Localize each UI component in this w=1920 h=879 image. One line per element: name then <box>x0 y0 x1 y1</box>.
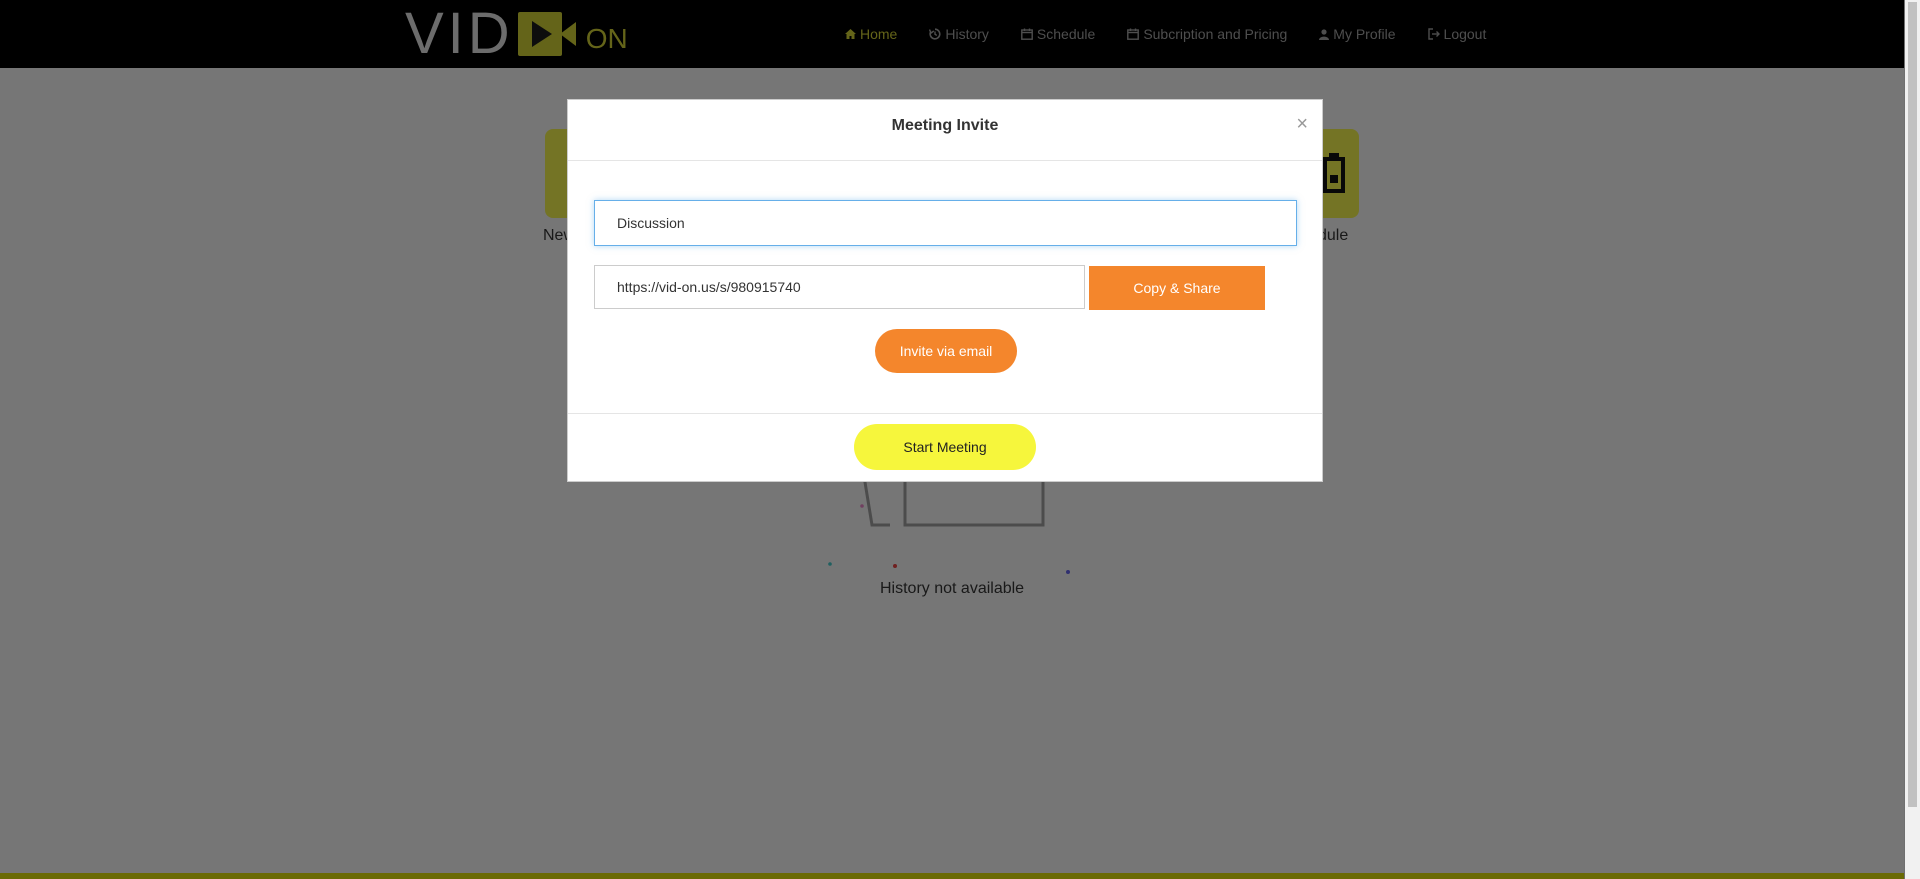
modal-header: Meeting Invite × <box>568 100 1322 161</box>
meeting-topic-input[interactable] <box>594 200 1297 246</box>
page-scrollbar[interactable] <box>1904 0 1920 879</box>
start-meeting-button[interactable]: Start Meeting <box>854 424 1036 470</box>
meeting-link-input[interactable] <box>594 265 1085 309</box>
copy-share-button[interactable]: Copy & Share <box>1089 266 1265 310</box>
meeting-invite-modal: Meeting Invite × Copy & Share Invite via… <box>567 99 1323 482</box>
invite-email-button[interactable]: Invite via email <box>875 329 1017 373</box>
modal-title: Meeting Invite <box>891 117 999 134</box>
close-icon[interactable]: × <box>1296 114 1308 134</box>
modal-footer: Start Meeting <box>568 413 1322 483</box>
